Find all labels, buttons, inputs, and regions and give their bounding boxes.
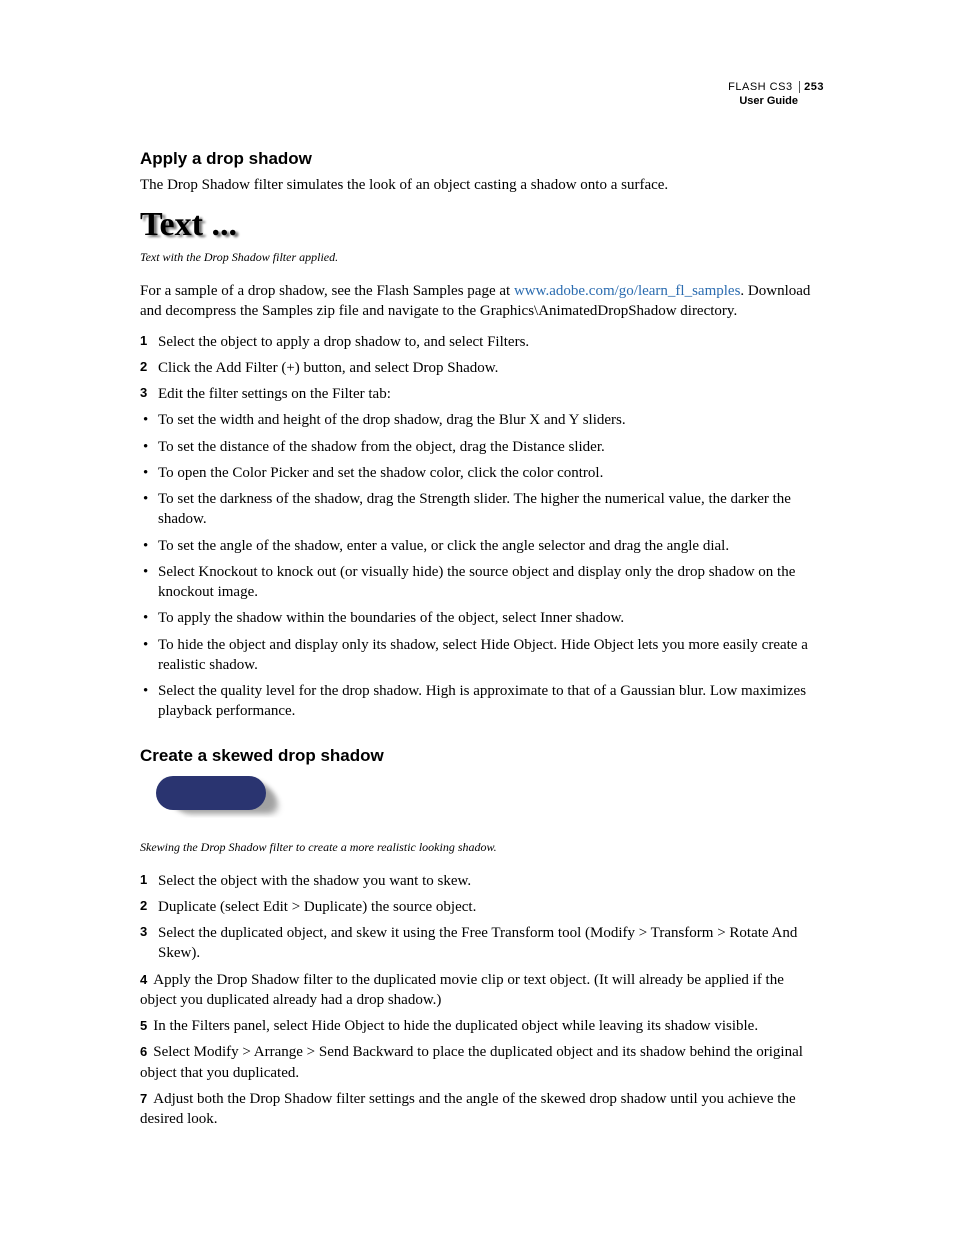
skewed-shadow-example-image — [148, 772, 824, 837]
bullet-item: To set the darkness of the shadow, drag … — [140, 489, 824, 530]
product-name: FLASH CS3 — [728, 81, 792, 93]
steps-list-2: 1Select the object with the shadow you w… — [140, 871, 824, 964]
bullet-item: To set the width and height of the drop … — [140, 410, 824, 430]
step-item: 3Edit the filter settings on the Filter … — [140, 384, 824, 404]
step-item: 5In the Filters panel, select Hide Objec… — [140, 1016, 824, 1036]
bullet-item: Select Knockout to knock out (or visuall… — [140, 562, 824, 603]
page-number: 253 — [799, 81, 824, 93]
drop-shadow-example-image: Text ... Text ... — [140, 205, 824, 247]
image-caption-2: Skewing the Drop Shadow filter to create… — [140, 839, 824, 855]
steps-list-1: 1Select the object to apply a drop shado… — [140, 332, 824, 405]
step-item: 6Select Modify > Arrange > Send Backward… — [140, 1042, 824, 1083]
step-item: 1Select the object to apply a drop shado… — [140, 332, 824, 352]
samples-link[interactable]: www.adobe.com/go/learn_fl_samples — [514, 283, 740, 299]
step-item: 7Adjust both the Drop Shadow filter sett… — [140, 1089, 824, 1130]
page-header: FLASH CS3 253 User Guide — [140, 80, 824, 109]
section-heading-apply-drop-shadow: Apply a drop shadow — [140, 149, 824, 169]
document-page: FLASH CS3 253 User Guide Apply a drop sh… — [0, 0, 954, 1215]
step-item: 4Apply the Drop Shadow filter to the dup… — [140, 970, 824, 1011]
step-item: 1Select the object with the shadow you w… — [140, 871, 824, 891]
bullet-list-1: To set the width and height of the drop … — [140, 410, 824, 721]
image-caption-1: Text with the Drop Shadow filter applied… — [140, 249, 824, 265]
step-item: 2Click the Add Filter (+) button, and se… — [140, 358, 824, 378]
bullet-item: Select the quality level for the drop sh… — [140, 681, 824, 722]
guide-label: User Guide — [140, 94, 824, 108]
step-item: 3Select the duplicated object, and skew … — [140, 923, 824, 964]
sample-paragraph: For a sample of a drop shadow, see the F… — [140, 281, 824, 322]
step-item: 2Duplicate (select Edit > Duplicate) the… — [140, 897, 824, 917]
bullet-item: To open the Color Picker and set the sha… — [140, 463, 824, 483]
bullet-item: To set the distance of the shadow from t… — [140, 437, 824, 457]
bullet-item: To set the angle of the shadow, enter a … — [140, 536, 824, 556]
bullet-item: To hide the object and display only its … — [140, 635, 824, 676]
intro-paragraph: The Drop Shadow filter simulates the loo… — [140, 175, 824, 195]
section-heading-skewed-drop-shadow: Create a skewed drop shadow — [140, 746, 824, 766]
bullet-item: To apply the shadow within the boundarie… — [140, 608, 824, 628]
svg-text:Text ...: Text ... — [140, 206, 237, 243]
